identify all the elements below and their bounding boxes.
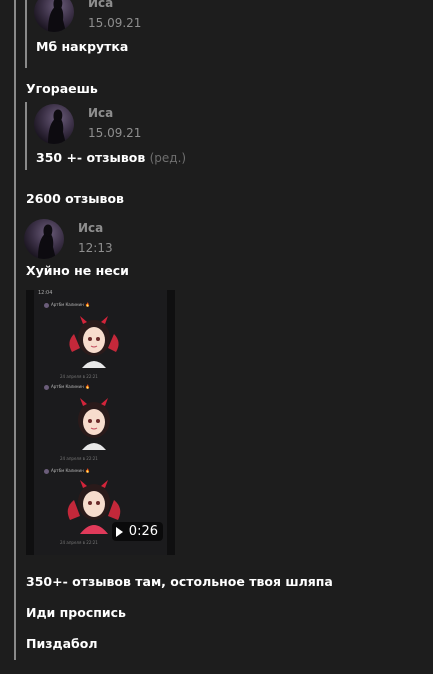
video-duration-badge[interactable]: 0:26 xyxy=(111,522,163,541)
sticker-author: Арт6м Калинин 🔥 xyxy=(44,302,90,308)
quoted-message-body: 350 +- отзывов xyxy=(36,150,146,165)
video-duration: 0:26 xyxy=(128,524,158,539)
sticker-date: 24 апреля в 22:21 xyxy=(60,540,98,545)
message-text: Хуйно не неси xyxy=(26,263,129,278)
mini-avatar xyxy=(44,468,49,474)
sticker-author: Арт6м Калинин 🔥 xyxy=(44,384,90,390)
message-text: 2600 отзывов xyxy=(26,191,124,206)
message-thread: Иса 15.09.21 Мб накрутка Угораешь Иса 15… xyxy=(0,0,433,674)
message-time[interactable]: 12:13 xyxy=(78,241,113,255)
quote-bar xyxy=(25,0,27,68)
avatar-icon xyxy=(48,109,66,144)
thread-bar xyxy=(14,0,16,660)
message-text: Иди проспись xyxy=(26,605,126,620)
message-text: Пиздабол xyxy=(26,636,98,651)
message-time[interactable]: 15.09.21 xyxy=(88,126,141,140)
message-author[interactable]: Иса xyxy=(88,106,113,120)
edited-label: (ред.) xyxy=(149,151,187,165)
play-icon xyxy=(115,526,123,537)
quote-bar xyxy=(25,102,27,170)
message-author[interactable]: Иса xyxy=(78,221,103,235)
sticker-date: 24 апреля в 22:21 xyxy=(60,374,98,379)
quoted-message-text: Мб накрутка xyxy=(36,39,129,54)
sticker-image xyxy=(78,398,110,450)
phone-status-bar: 12:04 xyxy=(38,290,53,296)
sticker-date: 24 апреля в 22:21 xyxy=(60,456,98,461)
mini-avatar xyxy=(44,384,49,390)
message-time[interactable]: 15.09.21 xyxy=(88,16,141,30)
avatar[interactable] xyxy=(24,219,64,259)
avatar-icon xyxy=(48,0,66,32)
avatar-icon xyxy=(38,224,56,259)
avatar[interactable] xyxy=(34,0,74,32)
avatar[interactable] xyxy=(34,104,74,144)
quoted-message-text: 350 +- отзывов (ред.) xyxy=(36,150,186,165)
video-attachment[interactable]: 12:04 Арт6м Калинин 🔥 24 апреля в 22:21 xyxy=(26,290,175,555)
mini-avatar xyxy=(44,302,49,308)
message-text: Угораешь xyxy=(26,81,98,96)
message-author[interactable]: Иса xyxy=(88,0,113,10)
sticker-image xyxy=(69,316,119,368)
sticker-author: Арт6м Калинин 🔥 xyxy=(44,468,90,474)
video-thumbnail: 12:04 Арт6м Калинин 🔥 24 апреля в 22:21 xyxy=(34,290,167,555)
message-text: 350+- отзывов там, остольное твоя шляпа xyxy=(26,574,333,589)
